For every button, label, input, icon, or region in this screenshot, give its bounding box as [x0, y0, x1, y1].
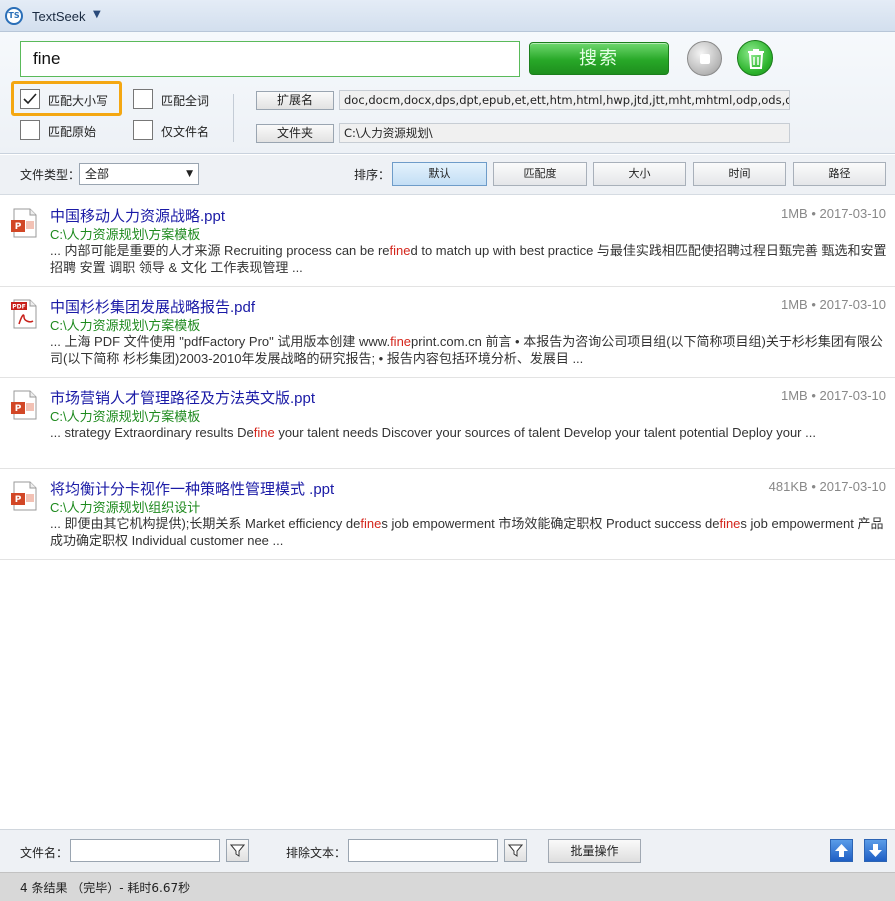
match-raw-checkbox[interactable] [20, 120, 40, 140]
pdf-file-icon: PDF [11, 299, 37, 329]
result-path[interactable]: C:\人力资源规划\组织设计 [50, 497, 200, 516]
match-raw-label: 匹配原始 [48, 125, 97, 139]
result-path[interactable]: C:\人力资源规划\方案模板 [50, 224, 200, 243]
chevron-down-icon[interactable]: ▼ [93, 9, 101, 20]
sort-default-button[interactable]: 默认 [392, 162, 487, 186]
match-whole-checkbox[interactable] [133, 89, 153, 109]
file-type-value: 全部 [85, 167, 110, 181]
result-item[interactable]: P 将均衡计分卡视作一种策略性管理模式 .ppt 481KB • 2017-03… [0, 469, 895, 560]
filename-only-checkbox[interactable] [133, 120, 153, 140]
result-meta: 1MB • 2017-03-10 [780, 388, 886, 403]
stop-icon [700, 54, 710, 64]
match-whole-option[interactable]: 匹配全词 [133, 89, 223, 109]
svg-text:P: P [15, 222, 22, 232]
clear-results-button[interactable] [737, 40, 773, 76]
result-title[interactable]: 将均衡计分卡视作一种策略性管理模式 .ppt [50, 478, 334, 499]
next-button[interactable] [864, 839, 887, 862]
result-title[interactable]: 中国移动人力资源战略.ppt [50, 205, 225, 226]
exclude-text-input[interactable] [348, 839, 498, 862]
match-whole-label: 匹配全词 [161, 94, 210, 108]
funnel-icon [230, 844, 245, 857]
filename-filter-input[interactable] [70, 839, 220, 862]
match-raw-option[interactable]: 匹配原始 [20, 120, 120, 140]
funnel-icon [508, 844, 523, 857]
app-title[interactable]: TextSeek [32, 9, 85, 24]
filename-only-label: 仅文件名 [161, 125, 210, 139]
ppt-file-icon: P [11, 208, 37, 238]
sort-path-button[interactable]: 路径 [793, 162, 886, 186]
filename-filter-button[interactable] [226, 839, 249, 862]
extension-button[interactable]: 扩展名 [256, 91, 334, 110]
stop-button[interactable] [687, 41, 722, 76]
filename-filter-label: 文件名： [20, 846, 69, 860]
sort-label: 排序： [354, 168, 391, 182]
sort-size-button[interactable]: 大小 [593, 162, 686, 186]
status-text: 4 条结果 （完毕）- 耗时6.67秒 [20, 881, 191, 895]
sort-relevance-button[interactable]: 匹配度 [493, 162, 587, 186]
result-title[interactable]: 中国杉杉集团发展战略报告.pdf [50, 296, 255, 317]
batch-operation-button[interactable]: 批量操作 [548, 839, 641, 863]
result-path[interactable]: C:\人力资源规划\方案模板 [50, 406, 200, 425]
result-title[interactable]: 市场营销人才管理路径及方法英文版.ppt [50, 387, 315, 408]
svg-text:P: P [15, 404, 22, 414]
results-list: P 中国移动人力资源战略.ppt 1MB • 2017-03-10 C:\人力资… [0, 196, 895, 560]
file-type-label: 文件类型： [20, 168, 81, 182]
result-item[interactable]: P 中国移动人力资源战略.ppt 1MB • 2017-03-10 C:\人力资… [0, 196, 895, 287]
sort-time-button[interactable]: 时间 [693, 162, 786, 186]
result-path[interactable]: C:\人力资源规划\方案模板 [50, 315, 200, 334]
divider [233, 94, 234, 142]
highlight-frame [11, 81, 122, 116]
exclude-filter-button[interactable] [504, 839, 527, 862]
arrow-up-icon [835, 844, 848, 857]
result-snippet: ... 即便由其它机构提供);长期关系 Market efficiency de… [50, 516, 884, 548]
result-meta: 1MB • 2017-03-10 [780, 297, 886, 312]
extension-field[interactable]: doc,docm,docx,dps,dpt,epub,et,ett,htm,ht… [339, 90, 790, 110]
folder-button[interactable]: 文件夹 [256, 124, 334, 143]
ppt-file-icon: P [11, 481, 37, 511]
result-snippet: ... 内部可能是重要的人才来源 Recruiting process can … [50, 243, 887, 275]
result-meta: 1MB • 2017-03-10 [780, 206, 886, 221]
search-input[interactable]: fine [20, 41, 520, 77]
svg-text:P: P [15, 495, 22, 505]
dropdown-arrow-icon: ▼ [186, 169, 193, 179]
result-snippet: ... 上海 PDF 文件使用 "pdfFactory Pro" 试用版本创建 … [50, 334, 883, 366]
result-snippet: ... strategy Extraordinary results Defin… [50, 425, 816, 440]
exclude-text-label: 排除文本： [286, 846, 347, 860]
filename-only-option[interactable]: 仅文件名 [133, 120, 223, 140]
trash-icon [748, 49, 764, 69]
result-item[interactable]: P 市场营销人才管理路径及方法英文版.ppt 1MB • 2017-03-10 … [0, 378, 895, 469]
title-bar: TS TextSeek ▼ [0, 0, 895, 32]
search-button[interactable]: 搜索 [529, 42, 669, 75]
ppt-file-icon: P [11, 390, 37, 420]
arrow-down-icon [869, 844, 882, 857]
result-meta: 481KB • 2017-03-10 [768, 479, 886, 494]
app-logo-icon: TS [5, 7, 23, 25]
result-item[interactable]: PDF 中国杉杉集团发展战略报告.pdf 1MB • 2017-03-10 C:… [0, 287, 895, 378]
folder-field[interactable]: C:\人力资源规划\ [339, 123, 790, 143]
file-type-select[interactable]: 全部 ▼ [79, 163, 199, 185]
previous-button[interactable] [830, 839, 853, 862]
svg-text:PDF: PDF [12, 304, 25, 311]
